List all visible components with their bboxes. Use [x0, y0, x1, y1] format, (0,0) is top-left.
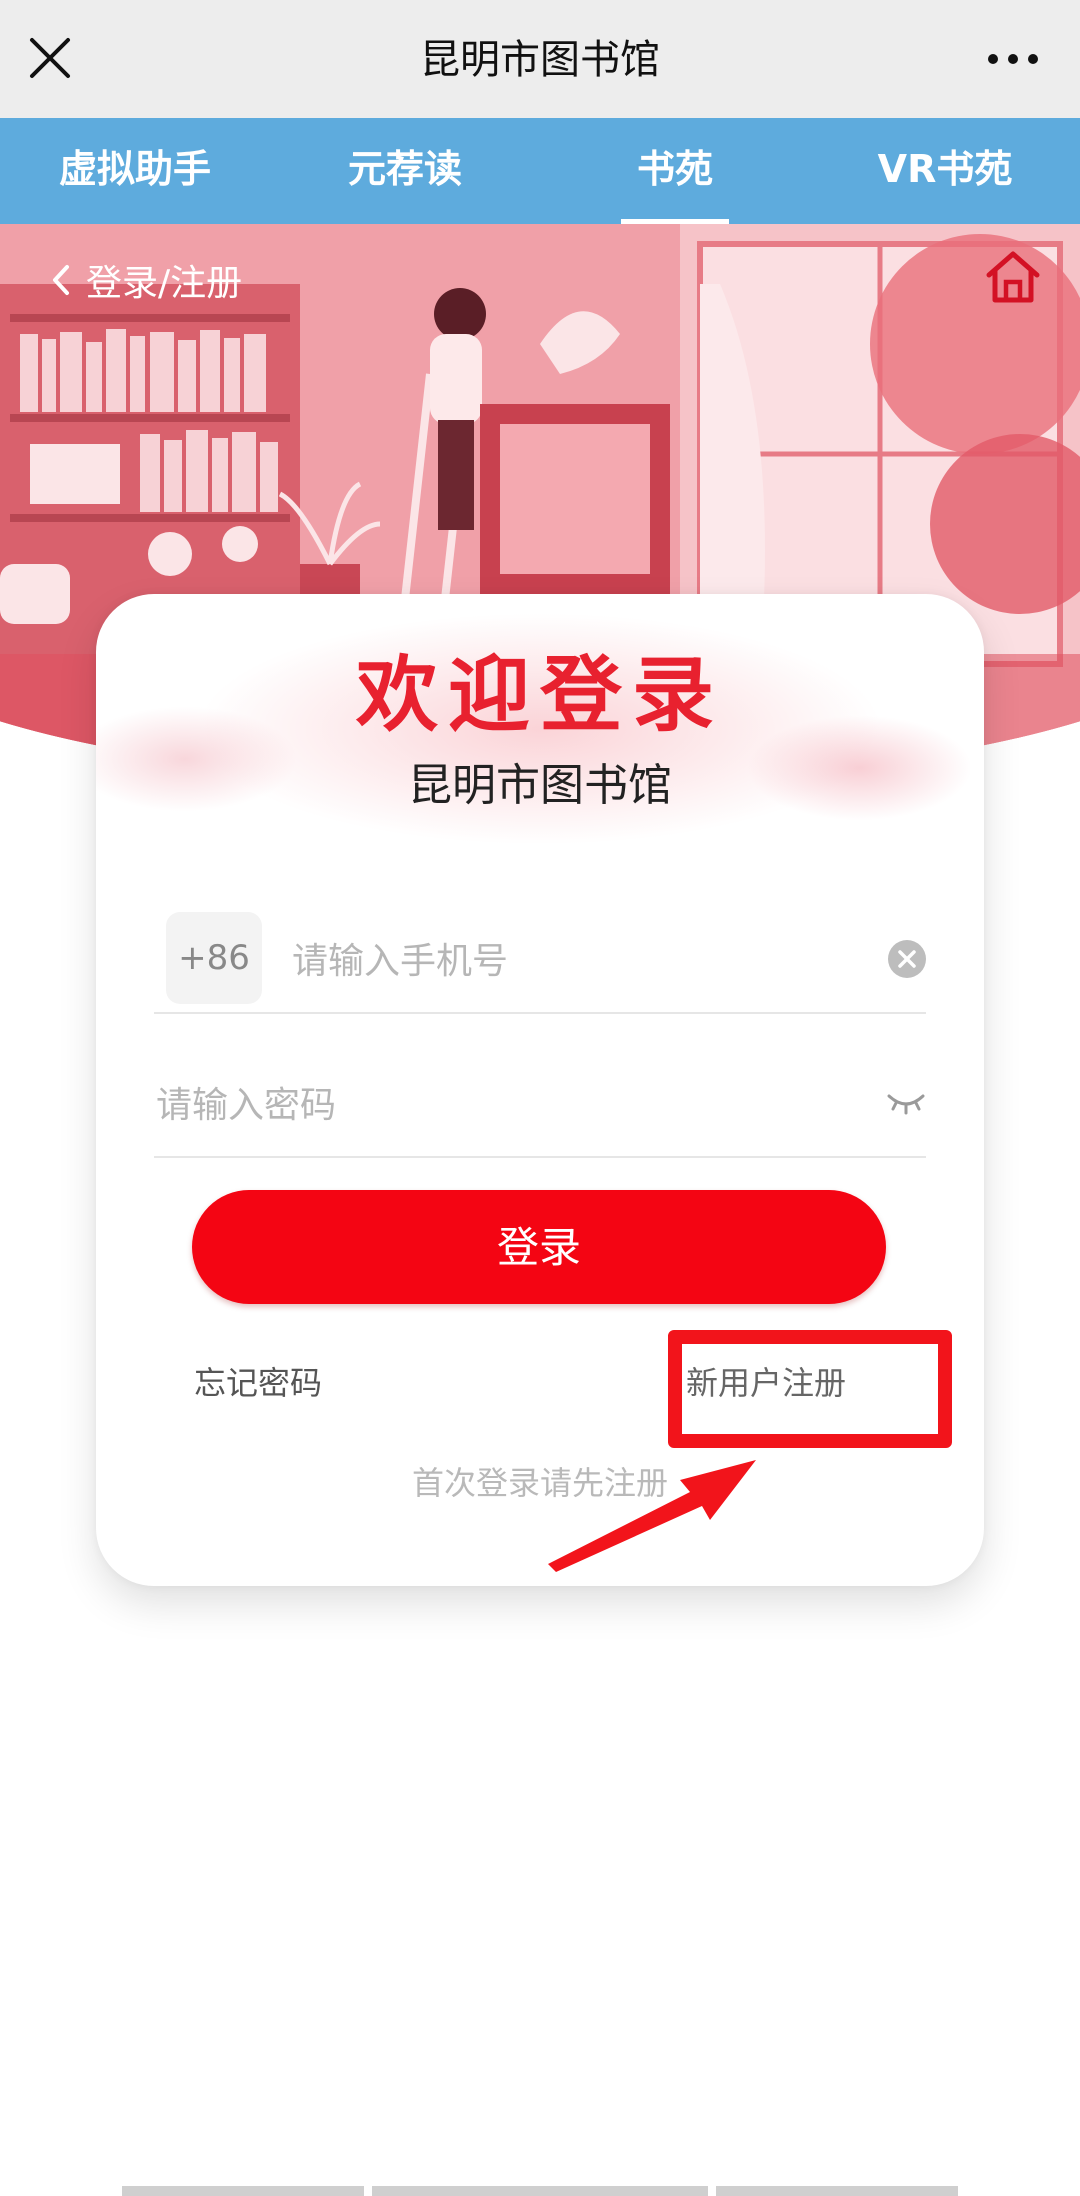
back-label: 登录/注册	[86, 263, 243, 304]
tab-virtual-assistant[interactable]: 虚拟助手	[0, 118, 270, 224]
clear-icon[interactable]	[888, 940, 926, 978]
phone-field: +86	[154, 912, 926, 1014]
more-icon[interactable]	[986, 52, 1040, 66]
tab-book-garden[interactable]: 书苑	[540, 118, 810, 224]
nav-tabs: 虚拟助手 元荐读 书苑 VR书苑	[0, 118, 1080, 224]
bottom-indicator	[0, 2186, 1080, 2196]
top-bar: 昆明市图书馆	[0, 0, 1080, 118]
welcome-title: 欢迎登录	[355, 648, 724, 743]
login-button[interactable]: 登录	[192, 1190, 886, 1304]
eye-closed-icon[interactable]	[886, 1086, 926, 1116]
library-subtitle: 昆明市图书馆	[408, 760, 672, 811]
forgot-password-link[interactable]: 忘记密码	[194, 1358, 322, 1404]
arrow-icon	[548, 1460, 756, 1572]
password-field	[154, 1056, 926, 1158]
country-code-selector[interactable]: +86	[166, 912, 262, 1004]
home-icon[interactable]	[984, 248, 1042, 306]
page-title: 昆明市图书馆	[420, 37, 660, 83]
tab-recommended-reading[interactable]: 元荐读	[270, 118, 540, 224]
password-input[interactable]	[154, 1074, 838, 1136]
phone-input[interactable]	[290, 930, 834, 992]
highlight-box	[668, 1330, 952, 1448]
page: 昆明市图书馆 虚拟助手 元荐读 书苑 VR书苑 登录/注册 欢迎登录 昆明市图书…	[0, 0, 1080, 2196]
tab-vr-book-garden[interactable]: VR书苑	[810, 118, 1080, 224]
chevron-left-icon	[53, 265, 69, 295]
back-button[interactable]: 登录/注册	[50, 254, 242, 306]
